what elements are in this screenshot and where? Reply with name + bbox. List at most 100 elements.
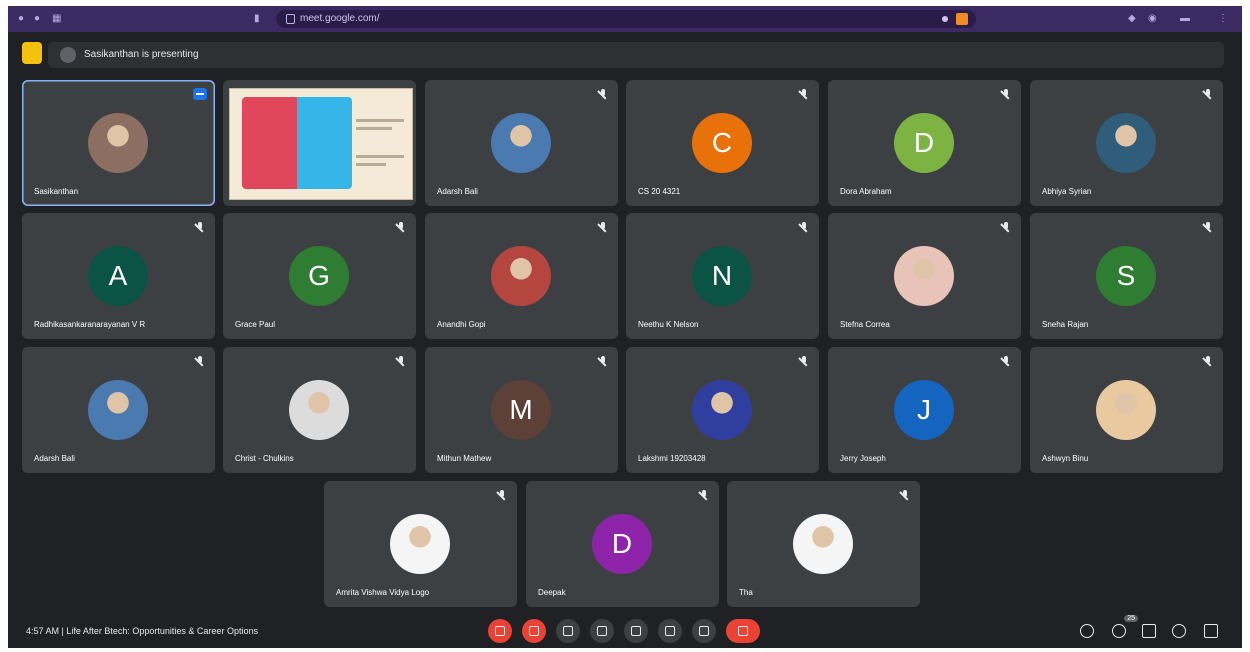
mic-muted-icon (900, 490, 910, 502)
forward-icon[interactable]: ● (34, 13, 40, 25)
participant-tile[interactable]: Sasikanthan (22, 80, 215, 206)
camera-off-button[interactable] (522, 619, 546, 643)
participant-tile[interactable]: G Grace Paul (223, 213, 416, 339)
participant-name: Radhikasankaranarayanan V R (34, 320, 146, 329)
participant-name: Stefna Correa (840, 320, 890, 329)
mic-muted-icon (195, 356, 205, 368)
participant-tile[interactable]: N Neethu K Nelson (626, 213, 819, 339)
participant-name: Sneha Rajan (1042, 320, 1089, 329)
participant-tile[interactable]: M Mithun Mathew (425, 347, 618, 473)
participant-tile[interactable]: A Radhikasankaranarayanan V R (22, 213, 215, 339)
participant-name: Abhiya Syrian (1042, 187, 1092, 196)
participant-name: Adarsh Bali (34, 454, 75, 463)
participant-tile[interactable]: S Sneha Rajan (1030, 213, 1223, 339)
participant-name: Deepak (538, 588, 566, 597)
participant-tile[interactable]: Tha (727, 481, 920, 607)
participant-tile[interactable]: Ashwyn Binu (1030, 347, 1223, 473)
presentation-tile[interactable] (223, 80, 416, 206)
back-icon[interactable]: ● (18, 13, 24, 25)
participant-tile[interactable]: Christ - Chulkins (223, 347, 416, 473)
participant-name: Anandhi Gopi (437, 320, 486, 329)
participant-tile[interactable]: Amrita Vishwa Vidya Logo (324, 481, 517, 607)
avatar: D (592, 514, 652, 574)
avatar-photo (793, 514, 853, 574)
avatar-photo (1096, 113, 1156, 173)
participant-tile[interactable]: Anandhi Gopi (425, 213, 618, 339)
people-icon[interactable] (1112, 624, 1126, 638)
participant-name: Sasikanthan (34, 187, 79, 196)
participant-tile[interactable]: Abhiya Syrian (1030, 80, 1223, 206)
more-options-button[interactable] (692, 619, 716, 643)
leave-call-button[interactable] (726, 619, 760, 643)
participant-name: Amrita Vishwa Vidya Logo (336, 588, 430, 597)
meeting-info: 4:57 AM | Life After Btech: Opportunitie… (26, 626, 258, 636)
host-controls-icon[interactable] (1204, 624, 1218, 638)
camera-indicator-icon (942, 16, 948, 22)
avatar-photo (1096, 380, 1156, 440)
participant-tile[interactable]: D Deepak (526, 481, 719, 607)
pin-icon[interactable] (193, 88, 207, 100)
captions-icon (563, 626, 573, 636)
present-button[interactable] (624, 619, 648, 643)
mic-muted-icon (598, 89, 608, 101)
participant-name: CS 20 4321 (638, 187, 681, 196)
hand-icon (665, 626, 675, 636)
mic-muted-icon (1001, 89, 1011, 101)
participant-tile[interactable]: D Dora Abraham (828, 80, 1021, 206)
participant-tile[interactable]: Stefna Correa (828, 213, 1021, 339)
avatar: S (1096, 246, 1156, 306)
mic-muted-icon (396, 356, 406, 368)
slide-text-line (356, 155, 404, 158)
avatar-photo (289, 380, 349, 440)
participant-tile[interactable]: Adarsh Bali (22, 347, 215, 473)
present-icon (631, 626, 641, 636)
mic-muted-icon (1001, 222, 1011, 234)
avatar-photo (88, 380, 148, 440)
participant-tile[interactable]: Adarsh Bali (425, 80, 618, 206)
avatar: G (289, 246, 349, 306)
mic-icon (495, 626, 505, 636)
bookmark-icon[interactable]: ▮ (254, 13, 260, 25)
emoji-button[interactable] (590, 619, 614, 643)
captions-button[interactable] (556, 619, 580, 643)
participant-tile[interactable]: J Jerry Joseph (828, 347, 1021, 473)
mic-muted-icon (799, 89, 809, 101)
profile-icon[interactable]: ◉ (1148, 13, 1157, 25)
mic-off-button[interactable] (488, 619, 512, 643)
chat-icon[interactable] (1142, 624, 1156, 638)
mic-muted-icon (396, 222, 406, 234)
more-icon[interactable]: ⋮ (1218, 13, 1228, 25)
presentation-banner[interactable]: Sasikanthan is presenting (48, 42, 1224, 68)
window-controls-icon[interactable]: ▬ (1180, 13, 1190, 25)
shared-slide (229, 88, 413, 200)
raise-hand-button[interactable] (658, 619, 682, 643)
participant-name: Ashwyn Binu (1042, 454, 1089, 463)
recording-indicator-icon (956, 13, 968, 25)
mic-muted-icon (699, 490, 709, 502)
activities-icon[interactable] (1172, 624, 1186, 638)
emoji-icon (597, 626, 607, 636)
mic-muted-icon (799, 222, 809, 234)
slide-text-line (356, 163, 386, 166)
mic-muted-icon (195, 222, 205, 234)
participant-tile[interactable]: C CS 20 4321 (626, 80, 819, 206)
avatar: D (894, 113, 954, 173)
participant-name: Dora Abraham (840, 187, 892, 196)
menu-icon[interactable]: ▦ (52, 13, 61, 25)
presenter-text: Sasikanthan is presenting (84, 49, 199, 60)
meet-logo-icon (22, 42, 42, 64)
avatar: N (692, 246, 752, 306)
extension-icon[interactable]: ◆ (1128, 13, 1136, 25)
slide-text-line (356, 119, 404, 122)
address-bar[interactable]: meet.google.com/ (276, 10, 976, 28)
participant-name: Adarsh Bali (437, 187, 478, 196)
avatar-photo (88, 113, 148, 173)
participant-name: Christ - Chulkins (235, 454, 294, 463)
slide-illustration (242, 97, 352, 189)
avatar: C (692, 113, 752, 173)
avatar: M (491, 380, 551, 440)
meet-screen: ● ● ▦ ▮ meet.google.com/ ◆ ◉ ▬ ⋮ Sasikan… (8, 6, 1242, 648)
info-icon[interactable] (1080, 624, 1094, 638)
presenter-avatar-icon (60, 47, 76, 63)
participant-tile[interactable]: Lakshmi 19203428 (626, 347, 819, 473)
